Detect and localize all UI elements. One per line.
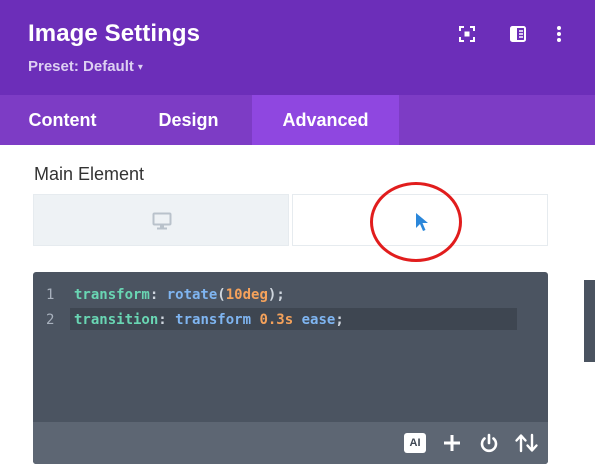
tab-design[interactable]: Design: [125, 95, 252, 145]
line-number: 1: [46, 287, 55, 303]
scrollbar[interactable]: [584, 280, 595, 362]
tab-content[interactable]: Content: [0, 95, 125, 145]
sort-arrows-icon[interactable]: [514, 432, 538, 454]
line-gutter: 1 2: [33, 272, 69, 422]
editor-toolbar: [33, 422, 548, 464]
tab-advanced[interactable]: Advanced: [252, 95, 399, 145]
code-line[interactable]: transform: rotate(10deg);: [74, 287, 285, 303]
preset-label: Preset: Default: [28, 58, 134, 75]
ai-icon[interactable]: AI: [404, 433, 426, 453]
panel-title: Image Settings: [28, 20, 201, 47]
plus-icon[interactable]: [441, 432, 463, 454]
code-token: rotate: [166, 287, 218, 303]
code-token: );: [267, 287, 285, 303]
settings-header: Image Settings Preset: Default ▾: [0, 0, 595, 95]
desktop-icon: [152, 212, 172, 230]
code-token: transition: [74, 312, 159, 328]
line-number: 2: [46, 312, 55, 328]
sidebar-layout-icon[interactable]: [508, 24, 528, 44]
code-token: :: [149, 287, 167, 303]
more-vertical-icon[interactable]: [549, 24, 569, 44]
code-token: transform: [74, 287, 150, 303]
code-token: (: [217, 287, 226, 303]
annotation-circle: [370, 182, 462, 262]
code-token: transform: [175, 312, 260, 328]
code-token: ease: [293, 312, 336, 328]
desktop-state-button[interactable]: [33, 194, 289, 246]
preset-selector[interactable]: Preset: Default ▾: [28, 58, 143, 75]
power-icon[interactable]: [478, 432, 500, 454]
code-editor[interactable]: 1 2 transform: rotate(10deg); transition…: [33, 272, 548, 464]
code-token: ;: [335, 312, 344, 328]
code-token: 10deg: [225, 287, 268, 303]
section-label: Main Element: [34, 164, 145, 184]
focus-icon[interactable]: [457, 24, 477, 44]
code-token: 0.3s: [259, 312, 294, 328]
code-token: :: [158, 312, 176, 328]
code-line[interactable]: transition: transform 0.3s ease;: [74, 312, 344, 328]
caret-down-icon: ▾: [137, 62, 143, 73]
tab-bar: Content Design Advanced: [0, 95, 595, 145]
